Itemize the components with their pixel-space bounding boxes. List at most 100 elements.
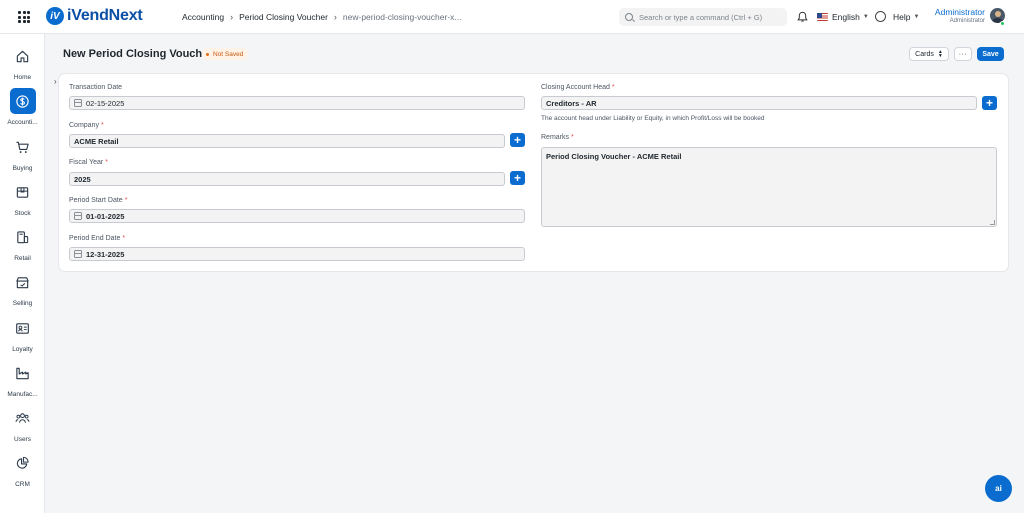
sidebar-item-label: Accounti... xyxy=(7,119,38,126)
logo-text: iVendNext xyxy=(67,7,143,24)
closing-account-help-text: The account head under Liability or Equi… xyxy=(541,115,765,122)
sort-updown-icon: ▲ ▼ xyxy=(937,49,943,59)
sidebar-item-loyalty[interactable]: Loyalty xyxy=(0,315,45,353)
breadcrumb-period-closing-voucher[interactable]: Period Closing Voucher xyxy=(239,12,328,22)
status-dot-icon xyxy=(206,52,209,56)
required-asterisk: * xyxy=(611,84,615,91)
app-grid-icon[interactable] xyxy=(18,11,30,23)
transaction-date-value: 02-15-2025 xyxy=(86,98,125,108)
add-company-button[interactable]: + xyxy=(510,133,525,147)
company-label-text: Company xyxy=(69,122,99,129)
remarks-label: Remarks * xyxy=(541,134,574,141)
page-title: New Period Closing Voucher xyxy=(63,48,213,60)
remarks-label-text: Remarks xyxy=(541,134,570,141)
period-start-date-field[interactable]: 01-01-2025 xyxy=(69,209,525,223)
remarks-value: Period Closing Voucher - ACME Retail xyxy=(546,152,682,161)
chevron-right-icon[interactable]: › xyxy=(54,77,57,86)
required-asterisk: * xyxy=(571,134,574,141)
sidebar-item-label: Loyalty xyxy=(12,346,33,353)
logo-mark-icon: iV xyxy=(46,7,64,25)
status-badge: Not Saved xyxy=(202,48,249,60)
closing-account-head-label-text: Closing Account Head xyxy=(541,84,610,91)
search-icon xyxy=(625,13,633,21)
fiscal-year-label: Fiscal Year * xyxy=(69,159,108,166)
sidebar-item-label: Home xyxy=(13,74,32,81)
sidebar-item-accounting[interactable]: Accounti... xyxy=(0,88,45,126)
theme-palette-icon[interactable] xyxy=(875,11,886,22)
ai-assistant-button[interactable]: ai xyxy=(985,475,1012,502)
company-field[interactable]: ACME Retail xyxy=(69,134,505,148)
sidebar-item-crm[interactable]: CRM xyxy=(0,450,45,488)
pie-chart-icon xyxy=(10,450,36,476)
sidebar-item-stock[interactable]: Stock xyxy=(0,179,45,217)
search-placeholder: Search or type a command (Ctrl + G) xyxy=(639,12,763,22)
help-label: Help xyxy=(893,12,911,22)
search-input[interactable]: Search or type a command (Ctrl + G) xyxy=(619,8,787,26)
chevron-down-icon: ▼ xyxy=(862,14,869,20)
more-actions-button[interactable]: ··· xyxy=(954,47,972,61)
required-asterisk: * xyxy=(124,197,128,204)
box-icon xyxy=(10,179,36,205)
bell-icon[interactable] xyxy=(797,11,808,23)
online-status-indicator xyxy=(1000,21,1005,26)
view-select-label: Cards xyxy=(915,50,934,58)
add-closing-account-button[interactable]: + xyxy=(982,96,997,110)
dollar-icon xyxy=(9,88,36,114)
calendar-icon xyxy=(74,99,82,107)
id-card-icon xyxy=(10,315,36,341)
breadcrumb-current: new-period-closing-voucher-x... xyxy=(342,12,462,22)
remarks-textarea[interactable]: Period Closing Voucher - ACME Retail xyxy=(541,147,997,227)
us-flag-icon xyxy=(817,13,828,21)
sidebar-item-label: Stock xyxy=(14,210,31,217)
top-bar: iV iVendNext Accounting › Period Closing… xyxy=(0,0,1024,34)
add-fiscal-year-button[interactable]: + xyxy=(510,171,525,185)
view-select-button[interactable]: Cards ▲ ▼ xyxy=(909,47,949,61)
status-label: Not Saved xyxy=(213,50,244,58)
chevron-right-icon: › xyxy=(230,12,234,22)
sidebar-item-selling[interactable]: Selling xyxy=(0,269,45,307)
sidebar-item-manufacturing[interactable]: Manufac... xyxy=(0,360,45,398)
user-menu[interactable]: Administrator Administrator xyxy=(933,8,985,25)
language-select[interactable]: English ▼ xyxy=(817,12,869,22)
transaction-date-label: Transaction Date xyxy=(69,84,122,91)
resize-grip-icon[interactable] xyxy=(990,220,995,225)
required-asterisk: * xyxy=(105,159,108,166)
calendar-icon xyxy=(74,212,82,220)
users-icon xyxy=(10,405,36,431)
period-end-date-label-text: Period End Date xyxy=(69,235,121,242)
transaction-date-field[interactable]: 02-15-2025 xyxy=(69,96,525,110)
sidebar-item-label: Manufac... xyxy=(7,391,38,398)
app-logo[interactable]: iV iVendNext xyxy=(46,7,143,25)
period-end-date-label: Period End Date * xyxy=(69,235,125,242)
sidebar-item-label: Users xyxy=(14,436,31,443)
company-value: ACME Retail xyxy=(74,136,119,146)
fiscal-year-label-text: Fiscal Year xyxy=(69,159,104,166)
chevron-down-icon: ▼ xyxy=(913,14,920,20)
sidebar-item-home[interactable]: Home xyxy=(0,43,45,81)
closing-account-head-field[interactable]: Creditors - AR xyxy=(541,96,977,110)
home-icon xyxy=(10,43,36,69)
fiscal-year-field[interactable]: 2025 xyxy=(69,172,505,186)
breadcrumb: Accounting › Period Closing Voucher › ne… xyxy=(182,12,461,22)
period-end-date-field[interactable]: 12-31-2025 xyxy=(69,247,525,261)
help-menu[interactable]: Help ▼ xyxy=(893,12,919,22)
cart-icon xyxy=(10,134,36,160)
closing-account-head-label: Closing Account Head * xyxy=(541,84,615,91)
sidebar-item-retail[interactable]: Retail xyxy=(0,224,45,262)
breadcrumb-accounting[interactable]: Accounting xyxy=(182,12,224,22)
period-start-date-label-text: Period Start Date xyxy=(69,197,123,204)
period-start-date-label: Period Start Date * xyxy=(69,197,127,204)
sidebar-item-label: Selling xyxy=(12,300,33,307)
factory-icon xyxy=(10,360,36,386)
period-end-date-value: 12-31-2025 xyxy=(86,249,125,259)
closing-account-head-value: Creditors - AR xyxy=(546,98,597,108)
required-asterisk: * xyxy=(122,235,126,242)
transaction-date-label-text: Transaction Date xyxy=(69,84,123,91)
save-button[interactable]: Save xyxy=(977,47,1004,61)
sidebar-item-label: CRM xyxy=(15,481,30,488)
sidebar-item-users[interactable]: Users xyxy=(0,405,45,443)
user-role: Administrator xyxy=(949,18,985,24)
sidebar-item-label: Retail xyxy=(14,255,31,262)
calendar-icon xyxy=(74,250,82,258)
sidebar-item-buying[interactable]: Buying xyxy=(0,134,45,172)
